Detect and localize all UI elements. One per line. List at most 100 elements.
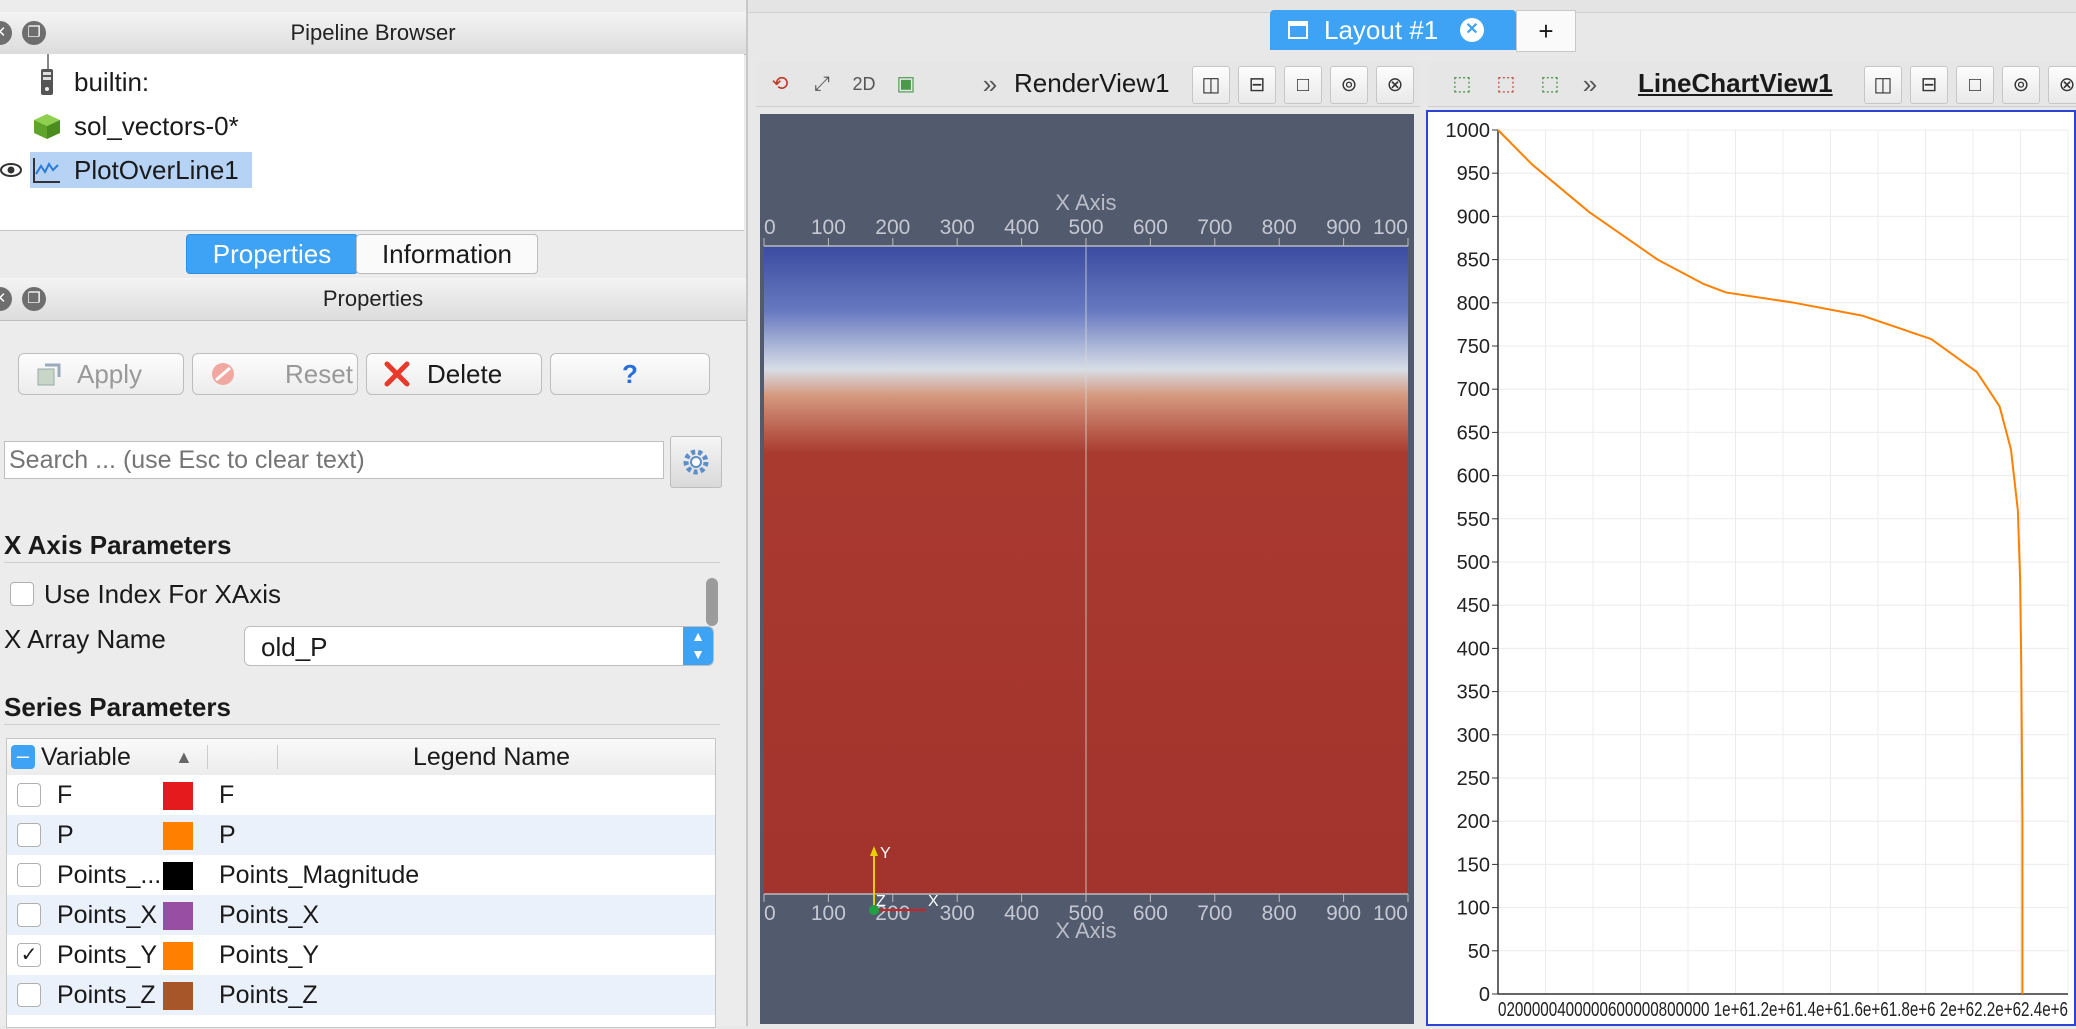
y-tick-label: 250 <box>1457 768 1490 790</box>
series-legend-name[interactable]: Points_Z <box>219 975 318 1015</box>
toolbar-overflow-icon[interactable]: » <box>1574 68 1606 100</box>
series-color-swatch[interactable] <box>163 822 193 850</box>
close-tab-icon[interactable]: ✕ <box>1460 18 1484 42</box>
axis-tick-label: 0 <box>764 902 776 925</box>
add-layout-tab[interactable]: + <box>1516 10 1576 52</box>
float-view-icon[interactable]: ⊚ <box>2002 66 2040 104</box>
series-row[interactable]: ✓ Points_Y Points_Y <box>7 935 715 975</box>
reset-icon <box>212 363 234 385</box>
select-points-icon[interactable]: ⬚ <box>1446 68 1478 100</box>
series-legend-name[interactable]: Points_Magnitude <box>219 855 419 895</box>
series-color-swatch[interactable] <box>163 942 193 970</box>
series-legend-name[interactable]: F <box>219 775 234 815</box>
tab-layout-1[interactable]: Layout #1 ✕ <box>1270 10 1516 50</box>
toggle-2d-button[interactable]: 2D <box>848 68 880 100</box>
series-color-swatch[interactable] <box>163 902 193 930</box>
float-dock-icon[interactable]: ❐ <box>22 21 46 45</box>
tree-item-label: PlotOverLine1 <box>74 155 239 185</box>
series-row[interactable]: FF <box>7 775 715 815</box>
tree-item-label: builtin: <box>74 67 150 97</box>
window-icon <box>1288 21 1308 39</box>
line-plot-icon <box>33 158 60 183</box>
line-chart-view[interactable]: 1000 950 900 850 800 750 700 650 600 550 500 450 400… <box>1426 110 2076 1026</box>
render-view[interactable]: X Axis X Axis 0 100 200 300 400 500 600 700 800 9… <box>760 114 1414 1024</box>
series-row[interactable]: Points_Z Points_Z <box>7 975 715 1015</box>
series-table-header: – Variable ▲ Legend Name <box>7 739 715 776</box>
reset-camera-icon[interactable]: ⟲ <box>764 68 796 100</box>
gear-icon <box>683 449 709 475</box>
series-legend-name[interactable]: P <box>219 815 236 855</box>
series-checkbox[interactable] <box>17 903 41 927</box>
series-checkbox[interactable]: ✓ <box>17 943 41 967</box>
tab-properties[interactable]: Properties <box>186 234 358 274</box>
series-row[interactable]: Points_... Points_Magnitude <box>7 855 715 895</box>
eye-icon[interactable] <box>0 162 22 178</box>
series-color-swatch[interactable] <box>163 982 193 1010</box>
float-dock-icon[interactable]: ❐ <box>22 287 46 311</box>
series-checkbox[interactable] <box>17 823 41 847</box>
maximize-icon[interactable]: □ <box>1956 66 1994 104</box>
close-dock-icon[interactable]: ✕ <box>0 21 12 45</box>
tree-item-builtin[interactable]: builtin: <box>0 62 744 102</box>
series-checkbox[interactable] <box>17 983 41 1007</box>
x-array-select[interactable]: old_P ▲ ▼ <box>244 626 714 666</box>
triad-x-label: X <box>928 893 939 910</box>
delete-button[interactable]: Delete <box>366 353 542 395</box>
zoom-to-data-icon[interactable]: ⤢ <box>806 68 838 100</box>
scrollbar-thumb[interactable] <box>706 578 718 626</box>
legend-column-header[interactable]: Legend Name <box>413 739 570 775</box>
tree-item-sol-vectors[interactable]: sol_vectors-0* <box>0 106 744 146</box>
x-axis-section-header: X Axis Parameters <box>4 530 232 560</box>
collapse-all-icon[interactable]: – <box>11 745 35 769</box>
help-button[interactable]: ? <box>550 353 710 395</box>
close-view-icon[interactable]: ⊗ <box>1376 66 1414 104</box>
series-legend-name[interactable]: Points_X <box>219 895 319 935</box>
use-index-checkbox[interactable] <box>10 582 34 606</box>
search-input[interactable] <box>4 441 664 479</box>
render-view-toolbar: ⟲ ⤢ 2D ▣ » RenderView1 ◫ ⊟ □ ⊚ ⊗ <box>756 62 1420 107</box>
close-view-icon[interactable]: ⊗ <box>2048 66 2076 104</box>
series-legend-name[interactable]: Points_Y <box>219 935 319 975</box>
tree-item-plotoverline[interactable]: PlotOverLine1 <box>0 150 744 190</box>
split-horizontal-icon[interactable]: ◫ <box>1192 66 1230 104</box>
column-divider <box>207 745 208 769</box>
x-array-name-label: X Array Name <box>4 624 166 654</box>
properties-titlebar: Properties ✕ ❐ <box>0 278 746 321</box>
series-row[interactable]: PP <box>7 815 715 855</box>
toolbar-overflow-icon[interactable]: » <box>974 68 1006 100</box>
series-checkbox[interactable] <box>17 863 41 887</box>
reset-button[interactable]: Reset <box>192 353 358 395</box>
series-checkbox[interactable] <box>17 783 41 807</box>
help-icon: ? <box>622 359 638 389</box>
server-icon <box>41 69 53 95</box>
split-vertical-icon[interactable]: ⊟ <box>1238 66 1276 104</box>
axis-tick-label: 400 <box>1004 902 1039 925</box>
cube-icon <box>34 114 60 139</box>
use-index-label: Use Index For XAxis <box>44 579 281 609</box>
advanced-settings-button[interactable] <box>670 436 722 488</box>
split-vertical-icon[interactable]: ⊟ <box>1910 66 1948 104</box>
series-row[interactable]: Points_X Points_X <box>7 895 715 935</box>
line-chart-canvas: 1000950900850800750700650600550500450400… <box>1446 120 2069 1021</box>
select-add-icon[interactable]: ⬚ <box>1534 68 1566 100</box>
apply-button[interactable]: Apply <box>18 353 184 395</box>
select-remove-icon[interactable]: ⬚ <box>1490 68 1522 100</box>
top-axis-ticks: 0 100 200 300 400 500 600 700 800 900 100 <box>763 216 1409 246</box>
close-dock-icon[interactable]: ✕ <box>0 287 12 311</box>
tree-item-label: sol_vectors-0* <box>74 111 239 141</box>
y-tick-label: 800 <box>1457 293 1490 315</box>
capture-screenshot-icon[interactable]: ▣ <box>890 68 922 100</box>
chart-grid <box>1497 129 2069 995</box>
split-horizontal-icon[interactable]: ◫ <box>1864 66 1902 104</box>
section-divider <box>4 724 720 725</box>
float-view-icon[interactable]: ⊚ <box>1330 66 1368 104</box>
series-color-swatch[interactable] <box>163 862 193 890</box>
series-color-swatch[interactable] <box>163 782 193 810</box>
delete-icon <box>384 361 410 387</box>
tab-information[interactable]: Information <box>356 234 538 274</box>
y-tick-label: 100 <box>1457 898 1490 920</box>
variable-column-header[interactable]: Variable <box>41 739 131 775</box>
axis-tick-label: 500 <box>1068 216 1103 239</box>
series-variable: Points_Y <box>57 941 158 969</box>
maximize-icon[interactable]: □ <box>1284 66 1322 104</box>
